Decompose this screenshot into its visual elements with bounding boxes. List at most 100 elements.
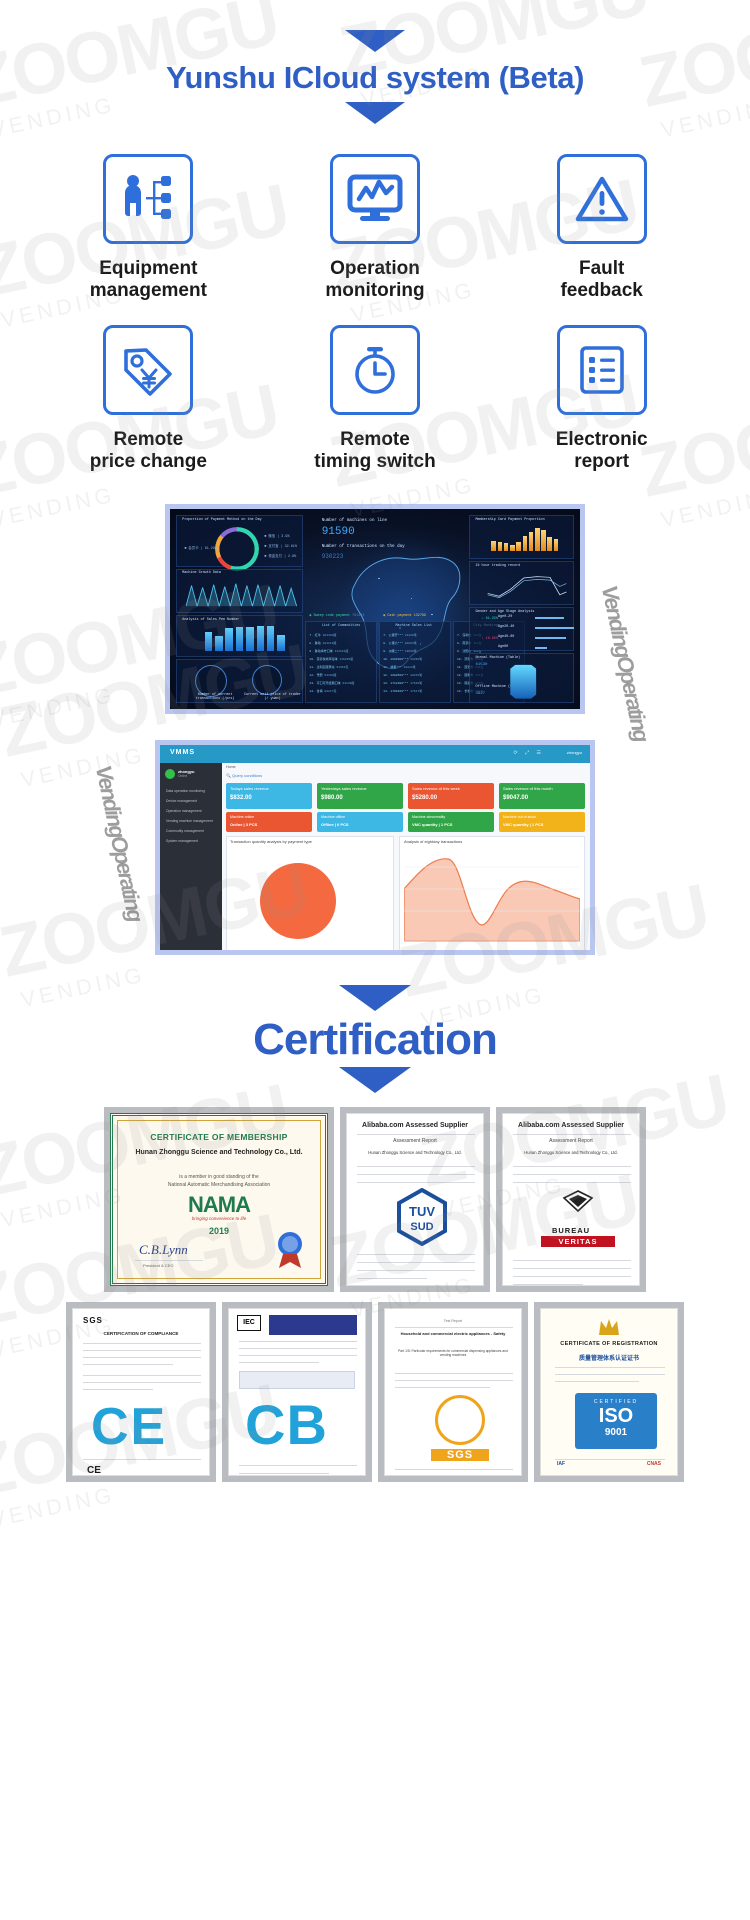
vmms-topbar-user[interactable]: zhongyu <box>567 750 582 755</box>
stat-card-today[interactable]: Todays sales revenue $832.00 <box>226 782 312 809</box>
arrow-down-icon <box>345 102 405 124</box>
cert-subtitle: Part 1/5: Particular requirements for co… <box>398 1348 508 1357</box>
feature-label: Remote timing switch <box>314 428 436 473</box>
stat-card-week[interactable]: Sales revenue of this week $5280.00 <box>408 782 494 809</box>
certificate-alibaba-bureau-veritas[interactable]: Alibaba.com Assessed Supplier Assessment… <box>496 1106 646 1292</box>
cert-header: SGS <box>83 1315 103 1325</box>
feature-remote-price-change[interactable]: Remote price change <box>35 324 262 474</box>
cert-logo: NAMA <box>188 1191 251 1217</box>
vmms-topbar-icons[interactable]: ⟳ ⤢ ☰ <box>514 750 544 756</box>
status-card-out-of-stock[interactable]: Machine out of stock VMC quantity | 1 PCS <box>499 811 585 832</box>
machines-online-label: Number of machines on line <box>321 518 388 523</box>
cert-seal-icon <box>273 1229 307 1269</box>
certificates-row-1: CERTIFICATE OF MEMBERSHIP Hunan Zhonggu … <box>0 1093 750 1298</box>
certificate-iso-registration[interactable]: CERTIFICATE OF REGISTRATION 质量管理体系认证证书 C… <box>534 1301 684 1482</box>
sidebar-item-1[interactable]: Device management <box>166 799 197 803</box>
ce-footer-mark-icon: CE <box>87 1464 101 1476</box>
dark-dashboard-screenshot[interactable]: Number of machines on line 91590 Number … <box>165 503 585 714</box>
cert-company: Hunan Zhonggu Science and Technology Co.… <box>524 1149 618 1155</box>
feature-label: Electronic report <box>555 428 648 473</box>
transactions-value: 930223 <box>321 552 344 560</box>
offline-machine-value: 4927 <box>475 691 486 696</box>
cert-tagline: bringing convenience to life <box>191 1215 247 1221</box>
feature-operation-monitoring[interactable]: Operation monitoring <box>262 154 489 303</box>
monitor-chart-icon <box>329 154 420 244</box>
feature-electronic-report[interactable]: Electronic report <box>488 324 715 474</box>
iso-crown-icon <box>541 1317 677 1342</box>
machine-growth-chart <box>186 583 298 606</box>
sidebar-item-2[interactable]: Operation management <box>166 809 202 813</box>
sweep-code-payment: ◉ Sweep code payment 791333 <box>309 613 365 618</box>
cert-signature-label: President & CEO <box>143 1262 174 1268</box>
gauge-unit-price <box>252 664 282 695</box>
hero-section: Yunshu ICloud system (Beta) <box>0 0 750 124</box>
cert-company: Hunan Zhonggu Science and Technology Co.… <box>135 1148 303 1156</box>
sidebar-item-5[interactable]: System management <box>166 839 198 843</box>
sidebar-item-4[interactable]: Commodity management <box>166 829 204 833</box>
cert-signature-mark: C.B.Lynn <box>139 1241 188 1257</box>
feature-label: Fault feedback <box>560 258 643 302</box>
sgs-mark-icon: SGS <box>431 1448 489 1461</box>
eightday-area-chart <box>404 858 580 942</box>
certificate-sgs-ce[interactable]: SGS CERTIFICATION OF COMPLIANCE CE CE <box>66 1301 216 1482</box>
arrow-down-icon <box>339 984 411 1011</box>
cert-title: CERTIFICATE OF MEMBERSHIP <box>150 1131 288 1142</box>
cb-header-bar <box>269 1314 357 1335</box>
gauge-left-label: Number of current transactions (/pcs) <box>195 692 235 701</box>
feature-remote-timing-switch[interactable]: Remote timing switch <box>262 324 489 474</box>
gauge-right-label: Current unit price of trader (/ yuan) <box>244 692 301 701</box>
vmms-sidebar: zhongyu Online Data operation monitoring… <box>160 762 222 950</box>
cert-badge-top: BUREAU <box>551 1225 591 1235</box>
warning-triangle-icon <box>556 154 647 244</box>
certification-title: Certification <box>253 1014 498 1064</box>
stat-card-month[interactable]: Sales revenue of this month $9047.00 <box>499 782 585 809</box>
payment-type-pie-chart <box>260 862 336 939</box>
stat-card-yesterday[interactable]: Yesterdays sales revenue $980.00 <box>317 782 403 809</box>
cb-info-box <box>239 1370 355 1389</box>
cert-line1: is a member in good standing of the <box>179 1173 259 1180</box>
certificate-alibaba-tuv[interactable]: Alibaba.com Assessed Supplier Assessment… <box>340 1106 490 1292</box>
sgs-seal-icon <box>435 1394 485 1445</box>
sidebar-item-3[interactable]: Vending machine management <box>166 819 213 823</box>
status-card-offline[interactable]: Machine offline Offline | 0 PCS <box>317 811 403 832</box>
feature-label: Operation monitoring <box>325 258 425 302</box>
cb-mark-icon: CB <box>245 1392 328 1456</box>
feature-equipment-management[interactable]: Equipment management <box>35 154 262 303</box>
commodities-title: List of Commodities <box>321 623 361 628</box>
certificate-sgs-machinery[interactable]: Test Report Household and commercial ele… <box>378 1301 528 1482</box>
status-card-abnormality[interactable]: Machine abnormality VMC quantity | 1 PCS <box>408 811 494 832</box>
vmms-app-name: VMMS <box>170 748 195 756</box>
cert-subheader: Assessment Report <box>393 1137 437 1144</box>
feature-fault-feedback[interactable]: Fault feedback <box>488 154 715 303</box>
dark-dashboard-screenshot-wrap: Number of machines on line 91590 Number … <box>0 484 750 726</box>
org-chart-person-icon <box>103 154 194 244</box>
certificate-cb[interactable]: IEC CB <box>222 1301 372 1482</box>
ce-mark-icon: CE <box>91 1397 168 1456</box>
certificates-row-2: SGS CERTIFICATION OF COMPLIANCE CE CE IE… <box>0 1298 750 1492</box>
status-card-online[interactable]: Machine online Online | 3 PCS <box>226 811 312 832</box>
membership-card-title: Membership Card Payment Proportion <box>475 517 545 522</box>
stopwatch-icon <box>329 324 420 415</box>
cert-header: Alibaba.com Assessed Supplier <box>518 1121 624 1129</box>
vmms-content: Home 🔍 Query conditions Todays sales rev… <box>222 762 590 950</box>
sales-pen-title: Analysis of Sales Pen Number <box>182 617 240 622</box>
certificate-nama-membership[interactable]: CERTIFICATE OF MEMBERSHIP Hunan Zhonggu … <box>104 1106 334 1292</box>
cert-subheader: Assessment Report <box>549 1137 593 1144</box>
price-tag-yuan-icon <box>103 324 194 415</box>
chart-right-title: Analysis of eightday transactions <box>404 838 463 844</box>
iso-badge-icon: CERTIFIED ISO 9001 <box>575 1392 657 1449</box>
vmms-screenshot-wrap: VMMS zhongyu ⟳ ⤢ ☰ zhongyu Online Data o… <box>0 726 750 967</box>
feature-label: Equipment management <box>89 258 207 302</box>
bureau-veritas-logo-icon <box>547 1189 609 1224</box>
trading-record-title: 24 hour trading record <box>475 563 521 568</box>
iec-logo-icon: IEC <box>237 1314 261 1331</box>
certification-header: Certification <box>0 967 750 1093</box>
query-conditions[interactable]: 🔍 Query conditions <box>226 773 262 778</box>
vmms-screenshot[interactable]: VMMS zhongyu ⟳ ⤢ ☰ zhongyu Online Data o… <box>155 739 595 955</box>
normal-machine-title: Normal Machine (Table) <box>475 655 521 660</box>
sidebar-item-0[interactable]: Data operation monitoring <box>166 789 205 793</box>
payment-proportion-title: Proportion of Payment Method on the Day <box>182 517 262 522</box>
report-list-icon <box>556 324 647 415</box>
arrow-down-icon <box>339 1066 411 1093</box>
page-root: ZOOMGU VENDING ZOOMGU VENDING ZOOMGU VENDIN… <box>0 0 750 1920</box>
